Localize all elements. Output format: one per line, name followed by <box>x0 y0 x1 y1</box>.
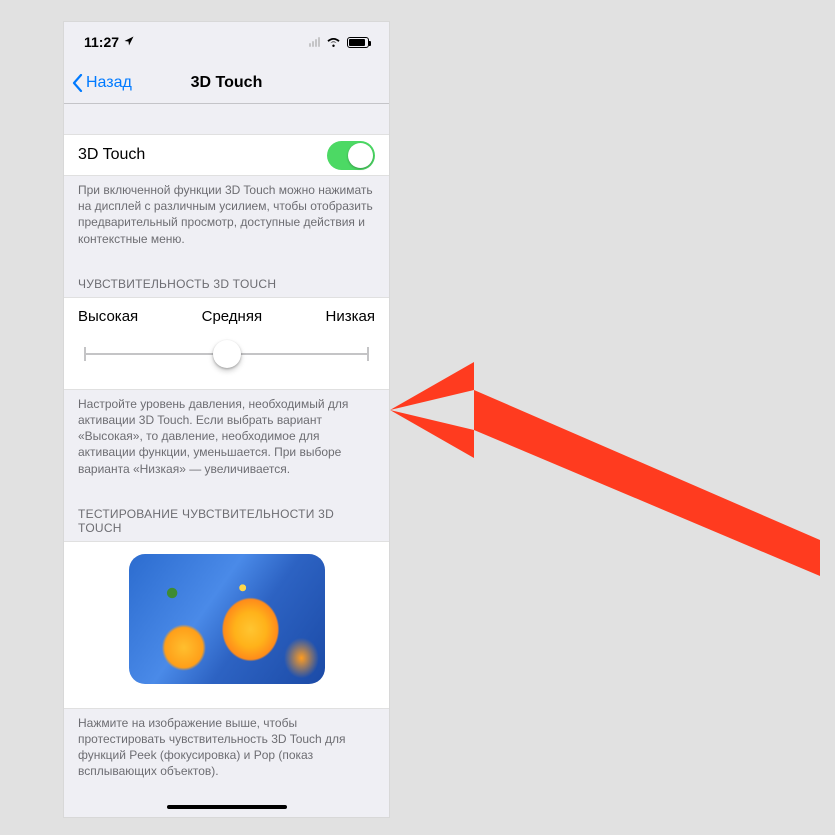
test-image[interactable] <box>129 554 325 684</box>
settings-content: 3D Touch При включенной функции 3D Touch… <box>64 104 389 779</box>
slider-tick-icon <box>84 347 86 361</box>
sensitivity-panel: Высокая Средняя Низкая <box>64 297 389 390</box>
toggle-label: 3D Touch <box>78 146 145 164</box>
back-label: Назад <box>86 74 132 92</box>
status-right <box>309 36 369 49</box>
sensitivity-header: ЧУВСТВИТЕЛЬНОСТЬ 3D TOUCH <box>64 247 389 297</box>
test-header: ТЕСТИРОВАНИЕ ЧУВСТВИТЕЛЬНОСТИ 3D TOUCH <box>64 477 389 541</box>
location-icon <box>123 35 135 50</box>
sensitivity-label-medium: Средняя <box>202 308 262 325</box>
cellular-signal-icon <box>309 37 320 47</box>
callout-arrow-icon <box>390 320 820 576</box>
test-panel <box>64 541 389 709</box>
sensitivity-label-high: Высокая <box>78 308 138 325</box>
status-bar: 11:27 <box>64 22 389 62</box>
toggle-footer: При включенной функции 3D Touch можно на… <box>64 176 389 247</box>
slider-knob[interactable] <box>213 340 241 368</box>
3d-touch-toggle-row[interactable]: 3D Touch <box>64 134 389 176</box>
sensitivity-footer: Настройте уровень давления, необходимый … <box>64 390 389 477</box>
slider-tick-icon <box>367 347 369 361</box>
nav-bar: Назад 3D Touch <box>64 62 389 104</box>
sensitivity-labels: Высокая Средняя Низкая <box>78 308 375 325</box>
switch-knob-icon <box>348 143 373 168</box>
back-button[interactable]: Назад <box>64 74 132 92</box>
chevron-left-icon <box>72 74 83 92</box>
phone-frame: 11:27 Назад 3D Touch 3D Touch <box>64 22 389 817</box>
sensitivity-label-low: Низкая <box>326 308 375 325</box>
3d-touch-switch[interactable] <box>327 141 375 170</box>
status-time-group: 11:27 <box>84 34 135 50</box>
status-time: 11:27 <box>84 34 119 50</box>
sensitivity-slider[interactable] <box>78 339 375 369</box>
battery-icon <box>347 37 369 48</box>
test-footer: Нажмите на изображение выше, чтобы проте… <box>64 709 389 780</box>
wifi-icon <box>326 36 341 49</box>
home-indicator[interactable] <box>167 805 287 809</box>
